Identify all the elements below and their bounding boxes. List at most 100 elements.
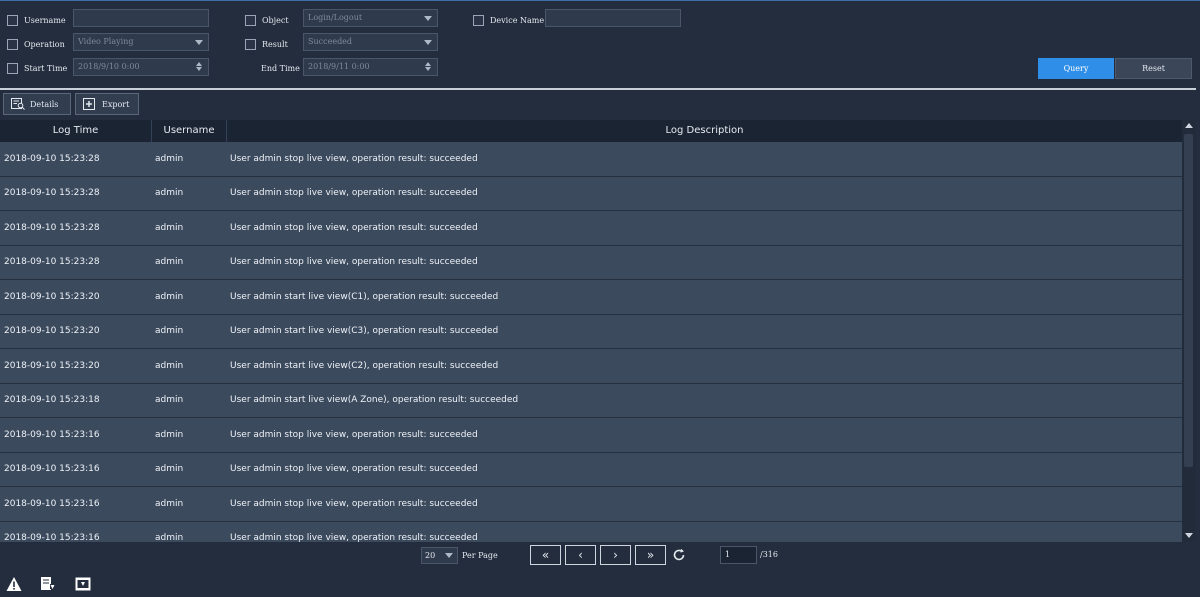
device-name-filter[interactable]: Device Name <box>473 11 544 29</box>
per-page-select[interactable]: 20 <box>421 547 458 564</box>
log-description-cell: User admin stop live view, operation res… <box>230 153 478 164</box>
start-time-input[interactable]: 2018/9/10 0:00 <box>73 58 209 76</box>
log-time-cell: 2018-09-10 15:23:28 <box>4 257 100 268</box>
table-row[interactable]: 2018-09-10 15:23:18 admin User admin start… <box>0 383 1182 418</box>
device-name-input[interactable] <box>545 9 681 27</box>
divider <box>0 88 1196 90</box>
query-button[interactable]: Query <box>1038 58 1114 79</box>
first-page-icon: « <box>541 548 550 562</box>
document-download-icon[interactable] <box>40 576 56 592</box>
last-page-button[interactable]: » <box>635 545 666 565</box>
table-row[interactable]: 2018-09-10 15:23:28 admin User admin stop … <box>0 176 1182 211</box>
username-cell: admin <box>155 464 184 475</box>
log-description-cell: User admin stop live view, operation res… <box>230 464 478 475</box>
username-cell: admin <box>155 257 184 268</box>
prev-page-button[interactable]: ‹ <box>565 545 596 565</box>
pagination-bar: 20 Per Page « ‹ › » 1 /316 <box>0 542 1200 569</box>
next-page-button[interactable]: › <box>600 545 631 565</box>
object-checkbox[interactable] <box>245 14 256 26</box>
table-header: Log Time Username Log Description <box>0 120 1182 142</box>
device-name-checkbox[interactable] <box>473 14 484 26</box>
end-time-input[interactable]: 2018/9/11 0:00 <box>303 58 438 76</box>
scroll-up-icon[interactable] <box>1185 123 1193 128</box>
spinner-icon[interactable] <box>424 61 432 73</box>
table-row[interactable]: 2018-09-10 15:23:16 admin User admin stop … <box>0 418 1182 453</box>
col-header-log-time[interactable]: Log Time <box>0 120 152 142</box>
result-label: Result <box>262 39 288 49</box>
username-label: Username <box>24 15 66 25</box>
video-download-icon[interactable] <box>75 576 91 592</box>
chevron-down-icon <box>195 40 203 45</box>
table-row[interactable]: 2018-09-10 15:23:20 admin User admin start… <box>0 314 1182 349</box>
table-row[interactable]: 2018-09-10 15:23:16 admin User admin stop … <box>0 487 1182 522</box>
result-select[interactable]: Succeeded <box>303 33 438 51</box>
object-select-value: Login/Logout <box>308 13 363 22</box>
start-time-value: 2018/9/10 0:00 <box>78 62 140 71</box>
chevron-down-icon <box>424 40 432 45</box>
log-time-cell: 2018-09-10 15:23:28 <box>4 222 100 233</box>
log-description-cell: User admin start live view(C3), operatio… <box>230 326 499 337</box>
table-row[interactable]: 2018-09-10 15:23:16 admin User admin stop … <box>0 452 1182 487</box>
start-time-label: Start Time <box>24 63 68 73</box>
username-checkbox[interactable] <box>7 14 18 26</box>
object-select[interactable]: Login/Logout <box>303 9 438 27</box>
object-label: Object <box>262 15 289 25</box>
log-description-cell: User admin start live view(C1), operatio… <box>230 291 499 302</box>
username-cell: admin <box>155 533 184 542</box>
warning-icon[interactable] <box>6 576 22 592</box>
username-cell: admin <box>155 498 184 509</box>
log-time-cell: 2018-09-10 15:23:18 <box>4 395 100 406</box>
log-time-cell: 2018-09-10 15:23:20 <box>4 326 100 337</box>
username-cell: admin <box>155 429 184 440</box>
log-description-cell: User admin stop live view, operation res… <box>230 222 478 233</box>
next-page-icon: › <box>613 548 618 562</box>
log-description-cell: User admin start live view(C2), operatio… <box>230 360 499 371</box>
log-table-body: 2018-09-10 15:23:28 admin User admin stop … <box>0 142 1182 542</box>
operation-filter[interactable]: Operation <box>7 35 65 53</box>
username-cell: admin <box>155 188 184 199</box>
table-row[interactable]: 2018-09-10 15:23:20 admin User admin start… <box>0 280 1182 315</box>
reset-button[interactable]: Reset <box>1115 58 1192 79</box>
start-time-filter[interactable]: Start Time <box>7 59 67 77</box>
page-number-input[interactable]: 1 <box>720 546 757 564</box>
table-row[interactable]: 2018-09-10 15:23:20 admin User admin start… <box>0 349 1182 384</box>
details-button[interactable]: Details <box>3 93 71 115</box>
username-input[interactable] <box>73 9 209 27</box>
last-page-icon: » <box>646 548 655 562</box>
operation-checkbox[interactable] <box>7 38 18 50</box>
export-button[interactable]: Export <box>75 93 139 115</box>
table-row[interactable]: 2018-09-10 15:23:28 admin User admin stop … <box>0 245 1182 280</box>
result-select-value: Succeeded <box>308 37 353 46</box>
spinner-icon[interactable] <box>195 61 203 73</box>
col-header-username[interactable]: Username <box>152 120 227 142</box>
filter-panel: Username Object Login/Logout Device Name… <box>0 1 1200 87</box>
table-row[interactable]: 2018-09-10 15:23:16 admin User admin stop … <box>0 521 1182 542</box>
refresh-icon[interactable] <box>672 548 686 562</box>
object-filter[interactable]: Object <box>245 11 289 29</box>
total-pages: /316 <box>760 550 778 559</box>
first-page-button[interactable]: « <box>530 545 561 565</box>
col-header-log-description[interactable]: Log Description <box>227 120 1182 142</box>
log-description-cell: User admin stop live view, operation res… <box>230 533 478 542</box>
operation-label: Operation <box>24 39 65 49</box>
log-description-cell: User admin stop live view, operation res… <box>230 257 478 268</box>
result-filter[interactable]: Result <box>245 35 288 53</box>
table-scrollbar[interactable] <box>1182 120 1196 542</box>
per-page-value: 20 <box>425 551 436 560</box>
result-checkbox[interactable] <box>245 38 256 50</box>
start-time-checkbox[interactable] <box>7 62 18 74</box>
table-row[interactable]: 2018-09-10 15:23:28 admin User admin stop … <box>0 211 1182 246</box>
export-icon <box>83 98 95 110</box>
log-time-cell: 2018-09-10 15:23:16 <box>4 464 100 475</box>
bottom-status-bar <box>0 569 1200 597</box>
scrollbar-thumb[interactable] <box>1184 134 1193 467</box>
log-description-cell: User admin stop live view, operation res… <box>230 498 478 509</box>
table-row[interactable]: 2018-09-10 15:23:28 admin User admin stop … <box>0 142 1182 177</box>
device-name-label: Device Name <box>490 15 545 25</box>
log-time-cell: 2018-09-10 15:23:16 <box>4 533 100 542</box>
scroll-down-icon[interactable] <box>1185 533 1193 538</box>
username-filter[interactable]: Username <box>7 11 66 29</box>
log-time-cell: 2018-09-10 15:23:16 <box>4 498 100 509</box>
operation-select[interactable]: Video Playing <box>73 33 209 51</box>
log-description-cell: User admin stop live view, operation res… <box>230 188 478 199</box>
